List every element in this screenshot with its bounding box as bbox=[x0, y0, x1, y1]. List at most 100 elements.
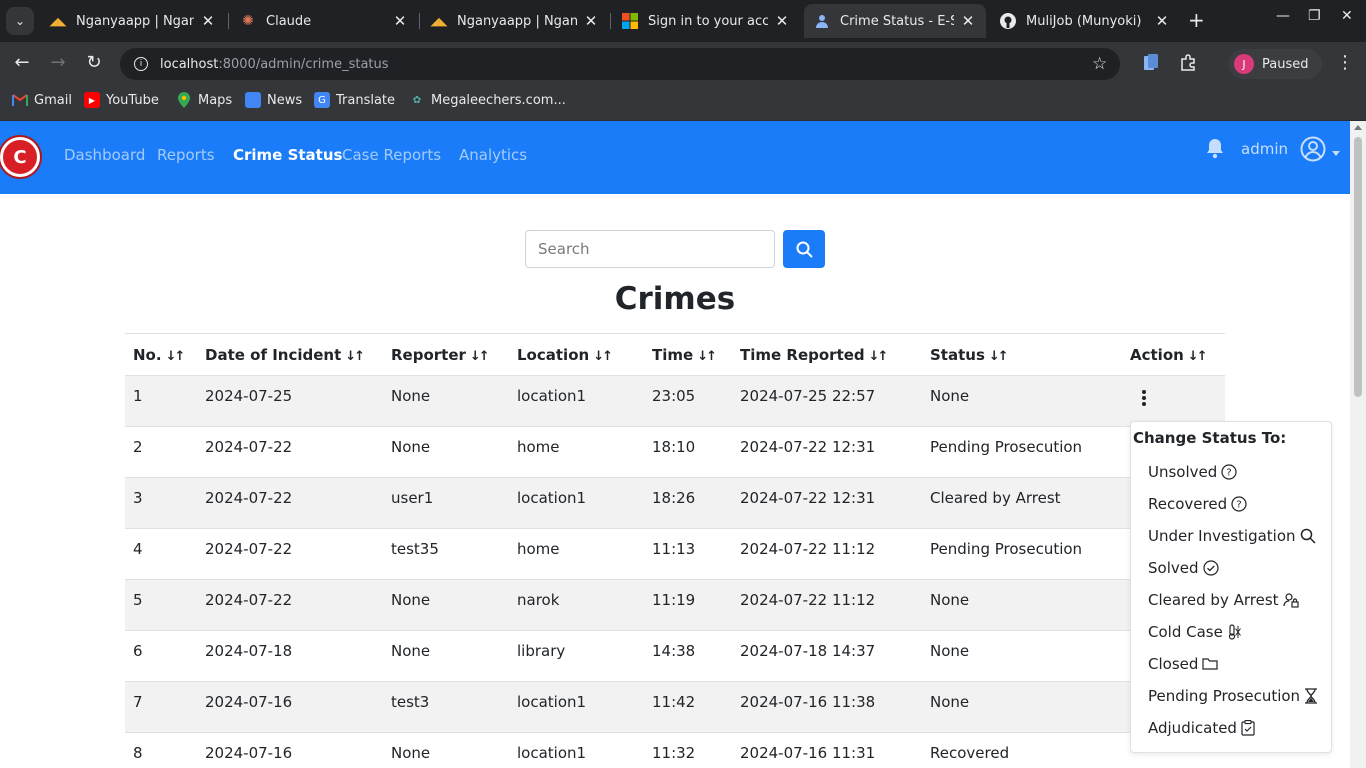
tab-title: Claude bbox=[266, 13, 312, 29]
minimize-icon[interactable]: — bbox=[1276, 8, 1290, 24]
bookmark-label: Maps bbox=[198, 92, 233, 108]
status-option-under-investigation[interactable]: Under Investigation bbox=[1148, 527, 1316, 545]
chevron-down-icon[interactable] bbox=[1332, 151, 1340, 156]
col-header-action[interactable]: Action ↓↑ bbox=[1122, 333, 1225, 376]
cell-reporter: test35 bbox=[383, 528, 509, 580]
scroll-up-arrow-icon[interactable] bbox=[1354, 125, 1362, 130]
nav-dashboard[interactable]: Dashboard bbox=[64, 146, 145, 164]
close-icon[interactable]: ✕ bbox=[774, 12, 790, 30]
bell-icon[interactable] bbox=[1206, 137, 1224, 159]
cell-no: 8 bbox=[125, 732, 197, 768]
bookmark-star-icon[interactable]: ☆ bbox=[1092, 54, 1107, 74]
status-option-recovered[interactable]: Recovered ? bbox=[1148, 495, 1247, 513]
status-option-unsolved[interactable]: Unsolved ? bbox=[1148, 463, 1237, 481]
bookmark-gmail[interactable]: Gmail bbox=[12, 92, 72, 108]
maximize-icon[interactable]: ❐ bbox=[1308, 8, 1321, 24]
site-info-icon[interactable]: i bbox=[134, 57, 148, 71]
cell-time-reported: 2024-07-22 12:31 bbox=[732, 477, 922, 529]
extension-doc-icon[interactable] bbox=[1144, 54, 1158, 75]
col-header-reporter[interactable]: Reporter ↓↑ bbox=[383, 333, 509, 376]
gmail-icon bbox=[12, 92, 28, 108]
cell-location: library bbox=[509, 630, 644, 682]
browser-menu-icon[interactable]: ⋮ bbox=[1336, 52, 1354, 73]
close-icon[interactable]: ✕ bbox=[583, 12, 599, 30]
profile-button[interactable]: J Paused bbox=[1228, 49, 1323, 79]
search-button[interactable] bbox=[783, 230, 825, 268]
nav-reports[interactable]: Reports bbox=[157, 146, 215, 164]
browser-tab[interactable]: ◢◣ Nganyaapp | Nganya ✕ bbox=[40, 4, 226, 38]
tab-search-button[interactable]: ⌄ bbox=[6, 7, 34, 35]
app-logo[interactable]: C bbox=[0, 137, 40, 177]
cell-no: 5 bbox=[125, 579, 197, 631]
sort-icon[interactable]: ↓↑ bbox=[869, 349, 889, 364]
sort-icon[interactable]: ↓↑ bbox=[470, 349, 490, 364]
status-option-adjudicated[interactable]: Adjudicated bbox=[1148, 719, 1255, 737]
status-option-pending-prosecution[interactable]: Pending Prosecution bbox=[1148, 687, 1318, 705]
search-input[interactable] bbox=[525, 230, 775, 268]
status-option-solved[interactable]: Solved bbox=[1148, 559, 1219, 577]
close-icon[interactable]: ✕ bbox=[960, 12, 976, 30]
bookmark-translate[interactable]: G Translate bbox=[314, 92, 395, 108]
col-header-status[interactable]: Status ↓↑ bbox=[922, 333, 1122, 376]
col-header-no[interactable]: No. ↓↑ bbox=[125, 333, 197, 376]
cell-time-reported: 2024-07-22 12:31 bbox=[732, 426, 922, 478]
new-tab-button[interactable]: + bbox=[1188, 10, 1205, 30]
browser-tab-bar: ⌄ ◢◣ Nganyaapp | Nganya ✕ ✺ Claude ✕ ◢◣ … bbox=[0, 0, 1366, 42]
sort-icon[interactable]: ↓↑ bbox=[989, 349, 1009, 364]
column-label: Reporter bbox=[391, 345, 466, 364]
browser-tab[interactable]: ✺ Claude ✕ bbox=[230, 4, 418, 38]
window-close-icon[interactable]: ✕ bbox=[1341, 8, 1353, 24]
question-circle-icon: ? bbox=[1231, 496, 1247, 512]
search-icon bbox=[796, 241, 813, 258]
browser-tab-active[interactable]: Crime Status - E-Se ✕ bbox=[804, 4, 986, 38]
page-content: C Dashboard Reports Crime Status Case Re… bbox=[0, 121, 1350, 768]
table-row: 4 2024-07-22 test35 home 11:13 2024-07-22 11:… bbox=[125, 528, 1225, 580]
cell-time: 11:19 bbox=[644, 579, 732, 631]
bookmark-news[interactable]: News bbox=[245, 92, 302, 108]
browser-tab[interactable]: Sign in to your acco ✕ bbox=[612, 4, 800, 38]
nav-analytics[interactable]: Analytics bbox=[459, 146, 527, 164]
user-circle-icon[interactable] bbox=[1300, 136, 1326, 162]
extensions-puzzle-icon[interactable] bbox=[1180, 54, 1197, 75]
status-option-cleared-by-arrest[interactable]: Cleared by Arrest bbox=[1148, 591, 1299, 609]
col-header-time-reported[interactable]: Time Reported ↓↑ bbox=[732, 333, 922, 376]
close-icon[interactable]: ✕ bbox=[200, 12, 216, 30]
row-actions-kebab-icon[interactable] bbox=[1140, 388, 1148, 408]
sort-icon[interactable]: ↓↑ bbox=[593, 349, 613, 364]
clipboard-check-icon bbox=[1241, 720, 1255, 736]
column-label: No. bbox=[133, 345, 162, 364]
nav-case-reports[interactable]: Case Reports bbox=[342, 146, 441, 164]
bookmark-maps[interactable]: Maps bbox=[176, 92, 232, 108]
sort-icon[interactable]: ↓↑ bbox=[345, 349, 365, 364]
option-label: Closed bbox=[1148, 655, 1199, 673]
bookmark-youtube[interactable]: ▶ YouTube bbox=[84, 92, 159, 108]
cell-time-reported: 2024-07-16 11:31 bbox=[732, 732, 922, 768]
close-icon[interactable]: ✕ bbox=[1154, 12, 1170, 30]
status-option-closed[interactable]: Closed bbox=[1148, 655, 1218, 673]
address-bar[interactable]: i localhost :8000/admin/crime_status bbox=[120, 48, 1120, 80]
nav-crime-status[interactable]: Crime Status bbox=[233, 146, 342, 164]
col-header-location[interactable]: Location ↓↑ bbox=[509, 333, 644, 376]
nganya-favicon-icon: ◢◣ bbox=[49, 14, 67, 28]
browser-tab[interactable]: ◢◣ Nganyaapp | Nganya ✕ bbox=[421, 4, 609, 38]
cell-time: 23:05 bbox=[644, 375, 732, 427]
col-header-time[interactable]: Time ↓↑ bbox=[644, 333, 732, 376]
scrollbar-thumb[interactable] bbox=[1354, 137, 1362, 397]
col-header-date[interactable]: Date of Incident ↓↑ bbox=[197, 333, 383, 376]
username-label[interactable]: admin bbox=[1241, 140, 1288, 158]
back-arrow-icon[interactable]: ← bbox=[10, 52, 34, 73]
sort-icon[interactable]: ↓↑ bbox=[1188, 349, 1208, 364]
forward-arrow-icon[interactable]: → bbox=[46, 52, 70, 73]
browser-tab[interactable]: MuliJob (Munyoki) ✕ bbox=[990, 4, 1180, 38]
bookmark-megaleechers[interactable]: ✿ Megaleechers.com... bbox=[409, 92, 566, 108]
status-option-cold-case[interactable]: Cold Case bbox=[1148, 623, 1243, 641]
close-icon[interactable]: ✕ bbox=[392, 12, 408, 30]
sort-icon[interactable]: ↓↑ bbox=[166, 349, 186, 364]
cell-date: 2024-07-16 bbox=[197, 732, 383, 768]
cell-time-reported: 2024-07-22 11:12 bbox=[732, 579, 922, 631]
page-scrollbar[interactable] bbox=[1350, 121, 1366, 768]
url-host: localhost bbox=[160, 56, 219, 72]
reload-icon[interactable]: ↻ bbox=[82, 52, 106, 73]
option-label: Pending Prosecution bbox=[1148, 687, 1301, 705]
sort-icon[interactable]: ↓↑ bbox=[697, 349, 717, 364]
